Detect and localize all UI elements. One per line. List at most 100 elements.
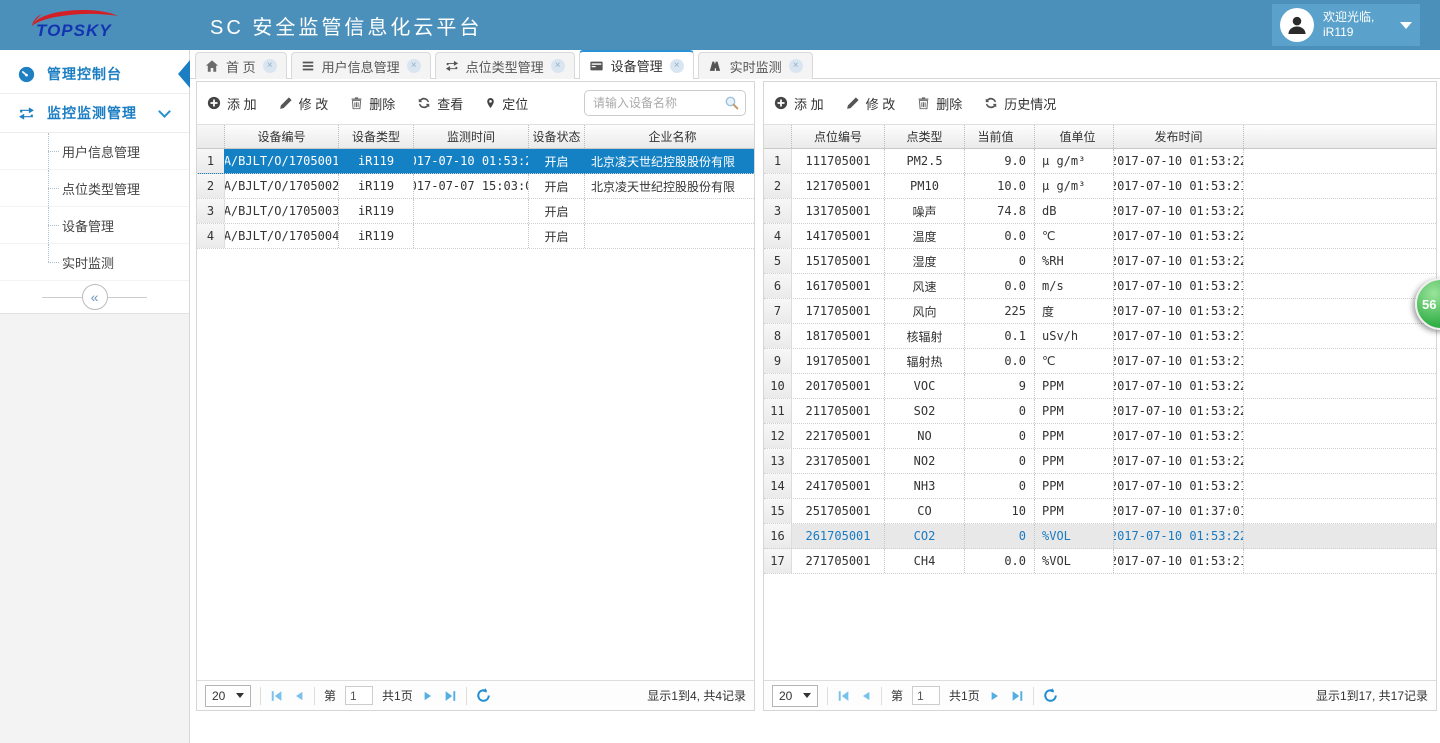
row-number-cell: 1	[764, 149, 792, 173]
table-row[interactable]: 3 A/BJLT/O/1705003 iR119 开启	[197, 199, 754, 224]
table-row[interactable]: 11 211705001 SO2 0 PPM 2017-07-10 01:53:…	[764, 399, 1436, 424]
header-cell[interactable]: 监测时间	[414, 125, 529, 148]
close-icon[interactable]: ×	[670, 59, 684, 73]
device-status-cell: 开启	[529, 199, 585, 223]
header-cell[interactable]: 点类型	[885, 125, 965, 148]
header-cell[interactable]: 设备类型	[339, 125, 414, 148]
add-button[interactable]: 添 加	[207, 94, 257, 113]
point-id-cell: 201705001	[792, 374, 885, 398]
header-cell[interactable]: 值单位	[1035, 125, 1114, 148]
publish-time-cell: 2017-07-10 01:53:21	[1114, 424, 1244, 448]
close-icon[interactable]: ×	[407, 59, 421, 73]
view-button[interactable]: 查看	[417, 94, 463, 113]
delete-button[interactable]: 删除	[350, 94, 395, 113]
table-row[interactable]: 1 111705001 PM2.5 9.0 μ g/m³ 2017-07-10 …	[764, 149, 1436, 174]
table-row[interactable]: 15 251705001 CO 10 PPM 2017-07-10 01:37:…	[764, 499, 1436, 524]
tab-device-mgmt[interactable]: 设备管理 ×	[579, 50, 694, 79]
prev-page-button[interactable]	[293, 689, 305, 703]
value-unit-cell: μ g/m³	[1035, 174, 1114, 198]
user-menu[interactable]: 欢迎光临, iR119	[1272, 4, 1420, 46]
close-icon[interactable]: ×	[551, 59, 565, 73]
page-size-select[interactable]: 20	[772, 685, 818, 707]
header-cell[interactable]: 企业名称	[585, 125, 754, 148]
table-row[interactable]: 2 A/BJLT/O/1705002 iR119 2017-07-07 15:0…	[197, 174, 754, 199]
table-row[interactable]: 5 151705001 湿度 0 %RH 2017-07-10 01:53:22	[764, 249, 1436, 274]
tab-home[interactable]: 首 页 ×	[195, 52, 287, 79]
header-cell[interactable]: 点位编号	[792, 125, 885, 148]
current-value-cell: 0	[965, 449, 1035, 473]
collapse-sidebar-button[interactable]: «	[82, 284, 108, 310]
point-type-cell: NO2	[885, 449, 965, 473]
page-number-input[interactable]	[345, 686, 373, 705]
table-row[interactable]: 7 171705001 风向 225 度 2017-07-10 01:53:21	[764, 299, 1436, 324]
close-icon[interactable]: ×	[789, 59, 803, 73]
point-id-cell: 261705001	[792, 524, 885, 548]
filler-cell	[1244, 274, 1436, 298]
monitor-time-cell	[414, 224, 529, 248]
table-row[interactable]: 3 131705001 噪声 74.8 dB 2017-07-10 01:53:…	[764, 199, 1436, 224]
publish-time-cell: 2017-07-10 01:37:01	[1114, 499, 1244, 523]
prev-page-button[interactable]	[860, 689, 872, 703]
button-label: 删除	[936, 94, 962, 113]
sidebar-item-monitor-group[interactable]: 监控监测管理	[0, 94, 189, 133]
table-row[interactable]: 2 121705001 PM10 10.0 μ g/m³ 2017-07-10 …	[764, 174, 1436, 199]
table-row[interactable]: 4 A/BJLT/O/1705004 iR119 开启	[197, 224, 754, 249]
table-row[interactable]: 8 181705001 核辐射 0.1 uSv/h 2017-07-10 01:…	[764, 324, 1436, 349]
delete-button[interactable]: 删除	[917, 94, 962, 113]
header-cell[interactable]: 当前值	[965, 125, 1035, 148]
device-toolbar: 添 加 修 改 删除 查看	[197, 82, 754, 124]
header-cell[interactable]: 发布时间	[1114, 125, 1244, 148]
list-icon	[301, 59, 315, 73]
button-label: 删除	[369, 94, 395, 113]
table-row[interactable]: 16 261705001 CO2 0 %VOL 2017-07-10 01:53…	[764, 524, 1436, 549]
chevron-down-icon[interactable]	[158, 105, 171, 118]
sidebar-subitem[interactable]: 设备管理	[0, 207, 189, 244]
table-row[interactable]: 17 271705001 CH4 0.0 %VOL 2017-07-10 01:…	[764, 549, 1436, 574]
next-page-button[interactable]	[989, 689, 1001, 703]
add-button[interactable]: 添 加	[774, 94, 824, 113]
page-size-select[interactable]: 20	[205, 685, 251, 707]
table-row[interactable]: 9 191705001 辐射热 0.0 ℃ 2017-07-10 01:53:2…	[764, 349, 1436, 374]
publish-time-cell: 2017-07-10 01:53:22	[1114, 199, 1244, 223]
locate-button[interactable]: 定位	[485, 94, 528, 113]
row-number-cell: 3	[197, 199, 225, 223]
table-row[interactable]: 6 161705001 风速 0.0 m/s 2017-07-10 01:53:…	[764, 274, 1436, 299]
reload-icon[interactable]	[1043, 688, 1058, 703]
active-wedge-icon	[178, 60, 190, 88]
table-row[interactable]: 10 201705001 VOC 9 PPM 2017-07-10 01:53:…	[764, 374, 1436, 399]
value-unit-cell: PPM	[1035, 399, 1114, 423]
table-row[interactable]: 1 A/BJLT/O/1705001 iR119 2017-07-10 01:5…	[197, 149, 754, 174]
plus-circle-icon	[774, 96, 788, 110]
next-page-button[interactable]	[422, 689, 434, 703]
tab-user-info[interactable]: 用户信息管理 ×	[291, 52, 431, 79]
logo-text: TOPSKY	[36, 21, 112, 41]
point-id-cell: 141705001	[792, 224, 885, 248]
sync-loop-icon	[18, 105, 35, 122]
header-cell[interactable]: 设备编号	[225, 125, 339, 148]
table-row[interactable]: 4 141705001 温度 0.0 ℃ 2017-07-10 01:53:22	[764, 224, 1436, 249]
search-icon[interactable]	[724, 95, 740, 116]
chevron-down-icon[interactable]	[1400, 22, 1412, 29]
last-page-button[interactable]	[1010, 689, 1024, 703]
point-type-cell: 核辐射	[885, 324, 965, 348]
sidebar-subitem[interactable]: 点位类型管理	[0, 170, 189, 207]
table-row[interactable]: 12 221705001 NO 0 PPM 2017-07-10 01:53:2…	[764, 424, 1436, 449]
close-icon[interactable]: ×	[263, 59, 277, 73]
first-page-button[interactable]	[270, 689, 284, 703]
sidebar-subitem[interactable]: 用户信息管理	[0, 133, 189, 170]
search-input[interactable]	[584, 90, 746, 116]
history-button[interactable]: 历史情况	[984, 94, 1056, 113]
sidebar-item-console[interactable]: 管理控制台	[0, 55, 189, 94]
header-cell[interactable]: 设备状态	[529, 125, 585, 148]
tab-point-type[interactable]: 点位类型管理 ×	[435, 52, 575, 79]
edit-button[interactable]: 修 改	[279, 94, 329, 113]
page-number-input[interactable]	[912, 686, 940, 705]
last-page-button[interactable]	[443, 689, 457, 703]
table-row[interactable]: 13 231705001 NO2 0 PPM 2017-07-10 01:53:…	[764, 449, 1436, 474]
table-row[interactable]: 14 241705001 NH3 0 PPM 2017-07-10 01:53:…	[764, 474, 1436, 499]
reload-icon[interactable]	[476, 688, 491, 703]
tab-realtime[interactable]: 实时监测 ×	[698, 52, 813, 79]
edit-button[interactable]: 修 改	[846, 94, 896, 113]
sidebar-subitem[interactable]: 实时监测	[0, 244, 189, 281]
first-page-button[interactable]	[837, 689, 851, 703]
